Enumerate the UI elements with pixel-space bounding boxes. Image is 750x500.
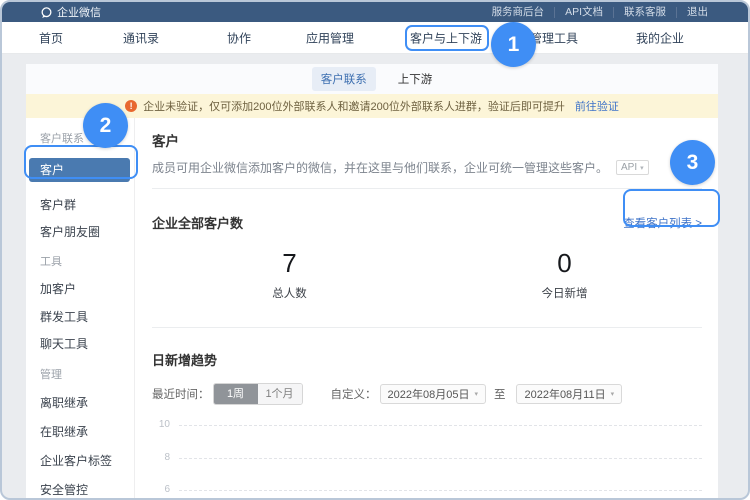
logo[interactable]: 企业微信: [40, 4, 101, 20]
stat-today-new-label: 今日新增: [427, 285, 702, 301]
link-service-console[interactable]: 服务商后台: [482, 7, 555, 18]
custom-range-label: 自定义：: [331, 386, 377, 402]
tab-strip: 客户联系 上下游: [26, 64, 718, 94]
sidebar-item-customer-tags[interactable]: 企业客户标签: [26, 454, 134, 468]
chevron-down-icon: ▾: [640, 164, 644, 172]
page-title: 客户: [152, 130, 702, 150]
y-tick: 8: [152, 453, 170, 463]
sidebar-item-customer-groups[interactable]: 客户群: [26, 198, 134, 212]
nav-collaboration[interactable]: 协作: [227, 29, 251, 46]
main-content: 客户 成员可用企业微信添加客户的微信，并在这里与他们联系，企业可统一管理这些客户…: [135, 118, 718, 500]
gridline: [179, 458, 702, 459]
api-dropdown[interactable]: API ▾: [616, 160, 649, 175]
link-contact-support[interactable]: 联系客服: [613, 7, 676, 18]
gridline: [179, 425, 702, 426]
gridline: [179, 490, 702, 491]
chevron-down-icon: ▾: [474, 390, 478, 398]
sidebar-item-active-inheritance[interactable]: 在职继承: [26, 425, 134, 439]
sidebar: 客户联系 客户 客户群 客户朋友圈 工具 加客户 群发工具 聊天工具 管理 离职…: [26, 118, 135, 500]
stats-row: 7 总人数 0 今日新增: [152, 250, 702, 301]
sidebar-section-management: 管理: [26, 368, 134, 382]
date-to-label: 至: [494, 386, 506, 402]
stat-today-new-value: 0: [427, 250, 702, 276]
sidebar-item-resigned-inheritance[interactable]: 离职继承: [26, 396, 134, 410]
link-logout[interactable]: 退出: [676, 7, 718, 18]
stat-total-value: 7: [152, 250, 427, 276]
topbar: 企业微信 服务商后台 API文档 联系客服 退出: [2, 2, 748, 22]
link-api-docs[interactable]: API文档: [554, 7, 613, 18]
page-description: 成员可用企业微信添加客户的微信，并在这里与他们联系，企业可统一管理这些客户。: [152, 159, 608, 176]
toggle-1-month[interactable]: 1个月: [258, 384, 302, 404]
nav-customers-supply-chain[interactable]: 客户与上下游: [410, 29, 482, 46]
y-tick: 10: [152, 420, 170, 430]
tab-supply-chain[interactable]: 上下游: [398, 71, 433, 87]
go-verify-link[interactable]: 前往验证: [575, 98, 619, 114]
nav-contacts[interactable]: 通讯录: [123, 29, 159, 46]
nav-my-company[interactable]: 我的企业: [636, 29, 684, 46]
divider: [152, 327, 702, 328]
view-customer-list-link[interactable]: 查看客户列表 >: [623, 215, 702, 231]
app-window: 企业微信 服务商后台 API文档 联系客服 退出 首页 通讯录 协作 应用管理 …: [0, 0, 750, 500]
chevron-down-icon: ▾: [611, 390, 615, 398]
sidebar-section-customer-contact: 客户联系: [26, 132, 134, 146]
tab-customer-contact[interactable]: 客户联系: [312, 67, 376, 91]
trend-chart: 10 8 6 4: [152, 425, 702, 500]
stat-total: 7 总人数: [152, 250, 427, 301]
nav-home[interactable]: 首页: [39, 29, 63, 46]
sidebar-item-security-control[interactable]: 安全管控: [26, 483, 134, 497]
wechat-work-logo-icon: [40, 6, 53, 19]
date-from-select[interactable]: 2022年08月05日 ▾: [380, 384, 486, 404]
stats-section-title: 企业全部客户数: [152, 213, 243, 232]
time-range-toggle: 1周 1个月: [213, 383, 303, 405]
sidebar-item-customers[interactable]: 客户: [29, 158, 130, 182]
stat-today-new: 0 今日新增: [427, 250, 702, 301]
sidebar-item-chat-tools[interactable]: 聊天工具: [26, 337, 134, 351]
toggle-1-week[interactable]: 1周: [214, 384, 258, 404]
sidebar-item-customer-moments[interactable]: 客户朋友圈: [26, 225, 134, 239]
stat-total-label: 总人数: [152, 285, 427, 301]
verification-notice: ! 企业未验证，仅可添加200位外部联系人和邀请200位外部联系人进群，验证后即…: [26, 94, 718, 118]
sidebar-item-add-customers[interactable]: 加客户: [26, 282, 134, 296]
trend-section-title: 日新增趋势: [152, 350, 702, 369]
topbar-links: 服务商后台 API文档 联系客服 退出: [482, 7, 718, 18]
sidebar-section-tools: 工具: [26, 255, 134, 269]
nav-management-tools[interactable]: 管理工具: [530, 29, 578, 46]
time-range-label: 最近时间：: [152, 386, 210, 402]
divider: [152, 188, 702, 189]
warning-icon: !: [125, 100, 137, 112]
y-tick: 6: [152, 485, 170, 495]
main-nav: 首页 通讯录 协作 应用管理 客户与上下游 管理工具 我的企业: [2, 22, 748, 54]
date-to-select[interactable]: 2022年08月11日 ▾: [516, 384, 622, 404]
sidebar-item-broadcast-tools[interactable]: 群发工具: [26, 310, 134, 324]
logo-text: 企业微信: [57, 4, 101, 20]
card-body: 客户联系 客户 客户群 客户朋友圈 工具 加客户 群发工具 聊天工具 管理 离职…: [26, 118, 718, 500]
trend-controls: 最近时间： 1周 1个月 自定义： 2022年08月05日 ▾ 至 2022年0…: [152, 383, 702, 405]
nav-app-management[interactable]: 应用管理: [306, 29, 354, 46]
content-card: 客户联系 上下游 ! 企业未验证，仅可添加200位外部联系人和邀请200位外部联…: [26, 64, 718, 500]
notice-text: 企业未验证，仅可添加200位外部联系人和邀请200位外部联系人进群，验证后即可提…: [143, 98, 565, 114]
